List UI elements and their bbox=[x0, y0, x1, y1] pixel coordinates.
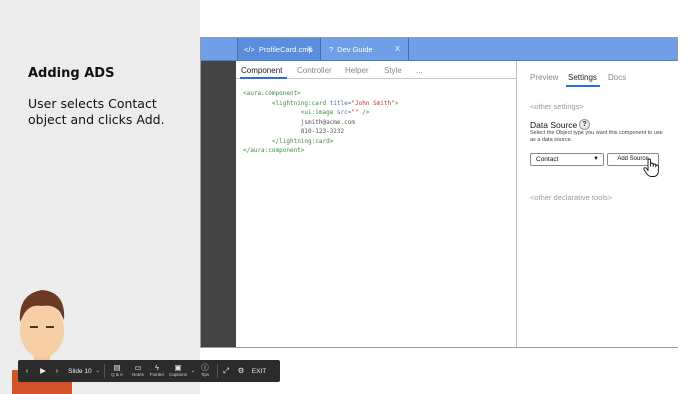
chat-icon: ▤ bbox=[113, 363, 121, 372]
code-value: "" bbox=[351, 109, 359, 116]
slide-left-panel: Adding ADS User selects Contact object a… bbox=[0, 0, 200, 394]
active-tab-indicator bbox=[240, 77, 287, 79]
tab-preview[interactable]: Preview bbox=[530, 73, 558, 82]
player-controls: ‹ ▶ › Slide 10 ⌄ ▤ Q & A ▭ Notes ϟ Point… bbox=[18, 360, 280, 382]
hand-cursor-icon bbox=[643, 158, 659, 177]
code-line: /> bbox=[358, 109, 370, 116]
notes-icon: ▭ bbox=[134, 363, 142, 372]
tab-settings[interactable]: Settings bbox=[568, 73, 597, 82]
help-icon[interactable]: ? bbox=[579, 119, 590, 130]
tab-profilecard[interactable]: </> ProfileCard.cmp X bbox=[237, 38, 321, 60]
ide-window: </> ProfileCard.cmp X ? Dev Guide X Comp… bbox=[200, 37, 678, 348]
tab-style[interactable]: Style bbox=[384, 66, 402, 75]
properties-panel: Preview Settings Docs <other settings> D… bbox=[518, 61, 678, 347]
tab-controller[interactable]: Controller bbox=[297, 66, 332, 75]
code-content: <aura:component> <lightning:card title="… bbox=[243, 89, 398, 156]
tab-helper[interactable]: Helper bbox=[345, 66, 369, 75]
tab-more[interactable]: ... bbox=[416, 66, 423, 75]
tab-dev-guide[interactable]: ? Dev Guide X bbox=[323, 38, 409, 60]
help-icon: ? bbox=[329, 44, 334, 54]
code-line: </lightning:card> bbox=[271, 137, 334, 145]
qa-label: Q & A bbox=[111, 372, 123, 377]
qa-button[interactable]: ▤ Q & A bbox=[105, 360, 129, 382]
code-icon: </> bbox=[244, 44, 255, 54]
pointer-button[interactable]: ϟ Pointer bbox=[147, 360, 167, 382]
code-line: <aura:component> bbox=[243, 90, 301, 97]
code-line: <ui:image bbox=[300, 109, 334, 116]
notes-button[interactable]: ▭ Notes bbox=[129, 360, 147, 382]
tab-docs[interactable]: Docs bbox=[608, 73, 626, 82]
next-button[interactable]: › bbox=[50, 360, 64, 382]
captions-icon: ▣ bbox=[174, 363, 182, 372]
other-settings-placeholder: <other settings> bbox=[530, 102, 584, 111]
other-tools-placeholder: <other declarative tools> bbox=[530, 193, 613, 202]
code-line: 810-123-3232 bbox=[300, 128, 345, 135]
notes-label: Notes bbox=[132, 372, 144, 377]
caret-down-icon: ▼ bbox=[593, 156, 599, 162]
panel-tabs: Preview Settings Docs bbox=[518, 61, 678, 82]
captions-label: Captions bbox=[169, 372, 187, 377]
active-tab-indicator bbox=[566, 85, 600, 87]
pointer-label: Pointer bbox=[149, 372, 165, 377]
pointer-icon: ϟ bbox=[155, 363, 159, 372]
exit-label: EXIT bbox=[251, 367, 267, 375]
select-value: Contact bbox=[536, 156, 559, 163]
captions-menu[interactable]: ⌄ bbox=[189, 360, 197, 382]
code-attr: title= bbox=[326, 99, 352, 107]
code-line: <lightning:card bbox=[271, 99, 327, 107]
editor-tabs: Component Controller Helper Style ... bbox=[236, 61, 516, 79]
close-icon[interactable]: X bbox=[395, 44, 400, 53]
tab-label: ProfileCard.cmp bbox=[258, 44, 313, 54]
exit-button[interactable]: EXIT bbox=[248, 360, 270, 382]
fullscreen-icon: ⤢ bbox=[223, 366, 229, 375]
slide-number: Slide 10 bbox=[68, 367, 92, 375]
gear-icon: ⚙ bbox=[237, 366, 245, 375]
captions-button[interactable]: ▣ Captions bbox=[167, 360, 189, 382]
tab-component[interactable]: Component bbox=[241, 66, 282, 75]
data-source-title: Data Source bbox=[530, 120, 578, 130]
editor-gutter bbox=[201, 61, 236, 347]
play-icon: ▶ bbox=[40, 366, 46, 375]
code-line: </aura:component> bbox=[243, 147, 305, 154]
code-line: jsmith@acme.com bbox=[300, 118, 355, 126]
object-type-select[interactable]: Contact ▼ bbox=[530, 153, 604, 166]
data-source-description: Select the Object type you want this com… bbox=[530, 130, 663, 143]
prev-icon: ‹ bbox=[25, 366, 29, 375]
play-button[interactable]: ▶ bbox=[36, 360, 50, 382]
slide-title: Adding ADS bbox=[28, 66, 115, 81]
slide-selector[interactable]: Slide 10 ⌄ bbox=[64, 360, 104, 382]
settings-button[interactable]: ⚙ bbox=[234, 360, 248, 382]
code-editor[interactable]: Component Controller Helper Style ... <a… bbox=[236, 61, 517, 347]
tips-label: Tips bbox=[200, 372, 210, 377]
tab-label: Dev Guide bbox=[337, 44, 373, 54]
code-line: > bbox=[394, 99, 399, 107]
code-value: "John Smith" bbox=[351, 99, 395, 107]
chevron-down-icon: ⌄ bbox=[190, 368, 196, 374]
prev-button[interactable]: ‹ bbox=[18, 360, 36, 382]
fullscreen-button[interactable]: ⤢ bbox=[218, 360, 234, 382]
code-attr: src= bbox=[333, 109, 352, 116]
tips-button[interactable]: ⓘ Tips bbox=[197, 360, 213, 382]
close-icon[interactable]: X bbox=[307, 44, 312, 53]
chevron-down-icon: ⌄ bbox=[95, 368, 100, 374]
file-tabbar: </> ProfileCard.cmp X ? Dev Guide X bbox=[201, 38, 677, 61]
slide-body-text: User selects Contact object and clicks A… bbox=[28, 96, 165, 127]
next-icon: › bbox=[55, 366, 59, 375]
info-icon: ⓘ bbox=[201, 363, 209, 372]
